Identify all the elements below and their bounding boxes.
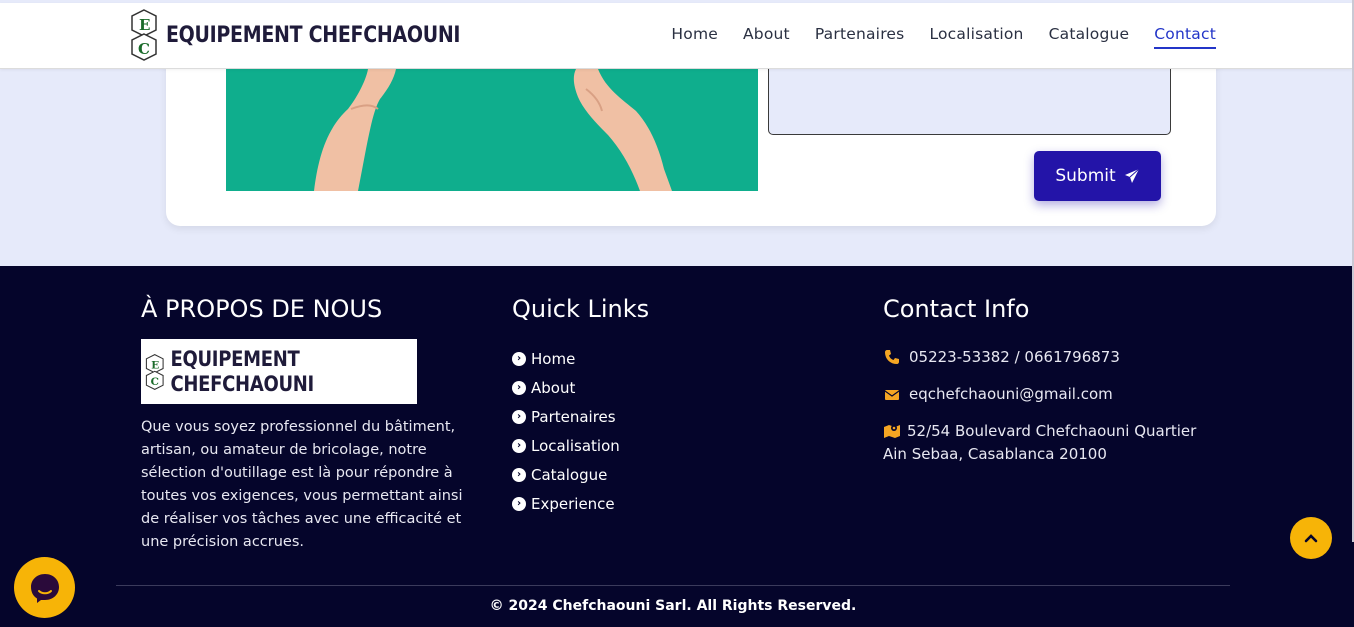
phone-icon [885, 350, 899, 364]
map-icon [884, 425, 900, 438]
contact-photo [226, 69, 758, 191]
nav-catalogue[interactable]: Catalogue [1049, 25, 1130, 49]
nav-localisation[interactable]: Localisation [929, 25, 1023, 49]
svg-text:E: E [151, 359, 159, 371]
scroll-to-top-button[interactable] [1290, 517, 1332, 559]
logo-hexagon-icon: E C [131, 9, 157, 61]
main-nav: Home About Partenaires Localisation Cata… [646, 25, 1216, 49]
quick-links-list: › Home › About › Partenaires › Localisation … [512, 344, 620, 518]
chevron-up-icon [1304, 534, 1318, 543]
footer-logo-text: EQUIPEMENT CHEFCHAOUNI [170, 346, 314, 397]
quick-link-catalogue[interactable]: › Catalogue [512, 460, 620, 489]
paper-plane-icon [1124, 168, 1139, 183]
quick-link-label: Localisation [531, 436, 620, 455]
quick-link-label: Catalogue [531, 465, 608, 484]
contact-email: eqchefchaouni@gmail.com [883, 383, 1213, 406]
svg-text:E: E [139, 16, 150, 34]
contact-info-title: Contact Info [883, 295, 1030, 323]
submit-button[interactable]: Submit [1034, 151, 1161, 201]
quick-link-home[interactable]: › Home [512, 344, 620, 373]
quick-link-localisation[interactable]: › Localisation [512, 431, 620, 460]
copyright-text: © 2024 Chefchaouni Sarl. All Rights Rese… [489, 598, 857, 614]
chevron-right-icon: › [512, 496, 526, 511]
chat-icon [30, 573, 59, 603]
contact-address-text: 52/54 Boulevard Chefchaouni Quartier Ain… [883, 420, 1213, 466]
nav-contact[interactable]: Contact [1154, 25, 1216, 49]
envelope-icon [884, 390, 900, 400]
quick-link-label: Partenaires [531, 407, 616, 426]
contact-phone: 05223-53382 / 0661796873 [883, 346, 1213, 369]
quick-link-label: Experience [531, 494, 615, 513]
logo-text: EQUIPEMENT CHEFCHAOUNI [166, 22, 461, 48]
address-text: 52/54 Boulevard Chefchaouni Quartier Ain… [883, 422, 1197, 463]
logo-hexagon-icon: E C [145, 353, 164, 390]
about-description: Que vous soyez professionnel du bâtiment… [141, 419, 463, 550]
contact-email-text: eqchefchaouni@gmail.com [909, 385, 1113, 403]
nav-partenaires[interactable]: Partenaires [815, 25, 905, 49]
svg-text:C: C [138, 40, 150, 58]
site-footer: À PROPOS DE NOUS E C EQUIPEMENT CHEFCHAO… [0, 266, 1354, 627]
quick-link-about[interactable]: › About [512, 373, 620, 402]
contact-info-list: 05223-53382 / 0661796873 eqchefchaouni@g… [883, 346, 1213, 480]
contact-phone-text: 05223-53382 / 0661796873 [909, 348, 1120, 366]
footer-divider [116, 585, 1230, 586]
about-title: À PROPOS DE NOUS [141, 295, 383, 323]
quick-links-title: Quick Links [512, 295, 650, 323]
site-header: E C EQUIPEMENT CHEFCHAOUNI Home About Pa… [0, 3, 1352, 69]
message-textarea[interactable] [768, 69, 1171, 135]
quick-link-experience[interactable]: › Experience [512, 489, 620, 518]
quick-link-label: About [531, 378, 576, 397]
quick-link-partenaires[interactable]: › Partenaires [512, 402, 620, 431]
nav-about[interactable]: About [743, 25, 790, 49]
svg-text:C: C [151, 376, 159, 388]
chevron-right-icon: › [512, 467, 526, 482]
chat-widget-button[interactable] [14, 557, 75, 618]
chevron-right-icon: › [512, 438, 526, 453]
submit-label: Submit [1055, 166, 1116, 186]
chevron-right-icon: › [512, 351, 526, 366]
quick-link-label: Home [531, 349, 576, 368]
hands-image [226, 69, 758, 191]
footer-logo: E C EQUIPEMENT CHEFCHAOUNI [141, 339, 417, 404]
contact-address: 52/54 Boulevard Chefchaouni Quartier Ain… [883, 420, 1213, 466]
chevron-right-icon: › [512, 409, 526, 424]
nav-home[interactable]: Home [671, 25, 718, 49]
site-logo[interactable]: E C EQUIPEMENT CHEFCHAOUNI [130, 9, 461, 61]
chevron-right-icon: › [512, 380, 526, 395]
